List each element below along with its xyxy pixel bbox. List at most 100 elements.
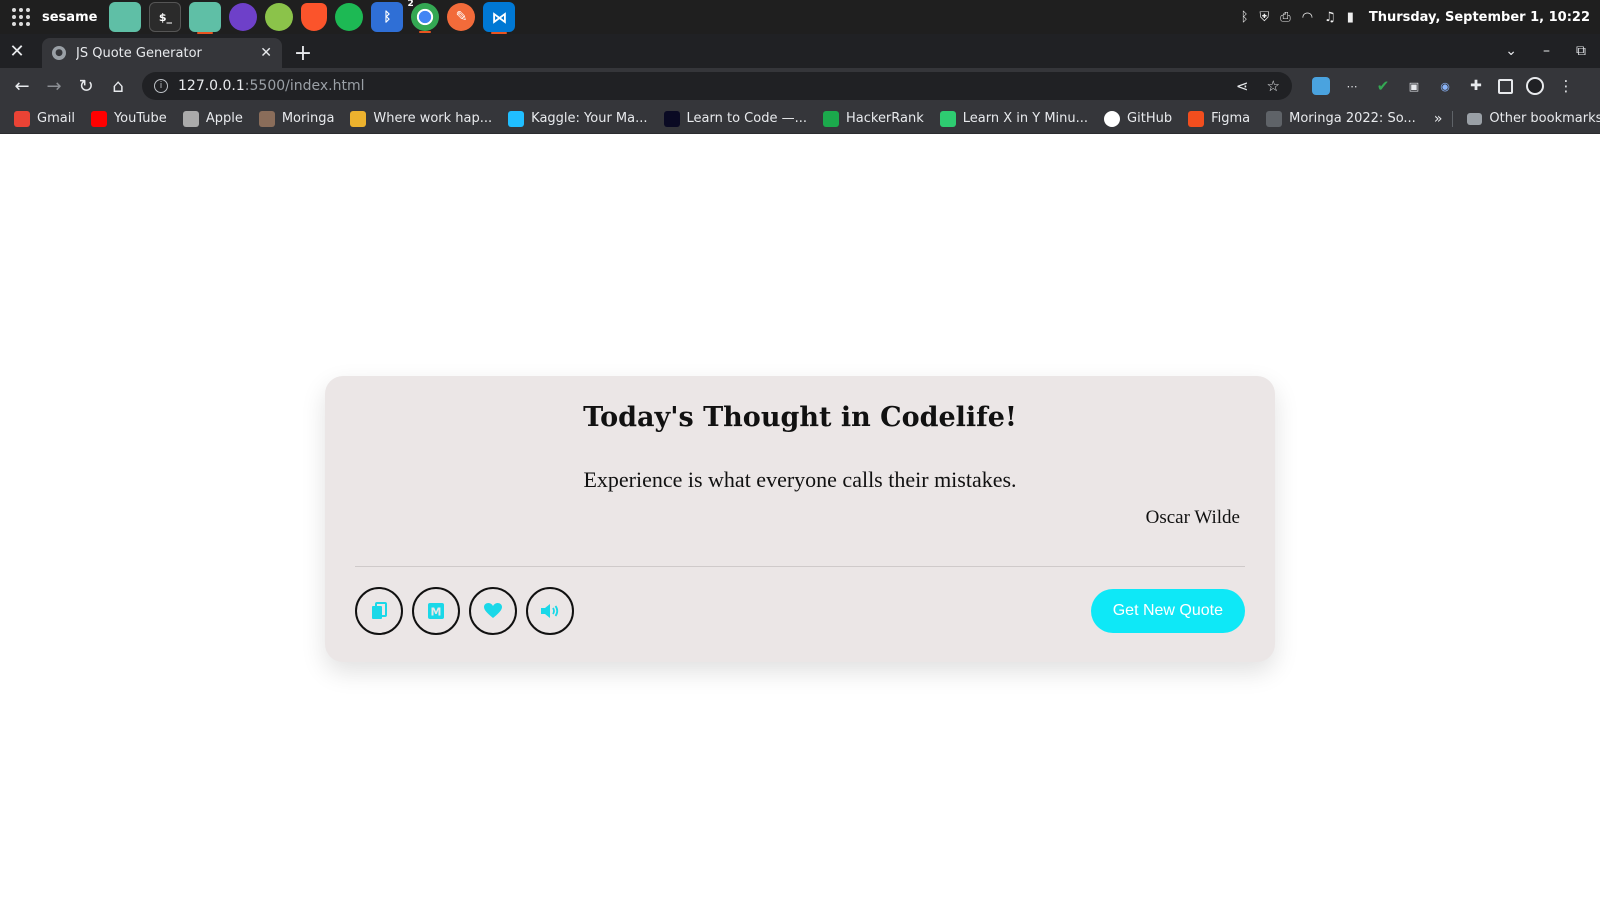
get-new-quote-button[interactable]: Get New Quote [1090,589,1245,633]
bookmark-item[interactable]: Apple [175,110,251,127]
bookmark-item[interactable]: Kaggle: Your Ma... [500,110,655,127]
heart-icon [484,603,502,618]
folder-icon[interactable] [189,2,222,34]
learnx-icon [939,110,956,127]
dots-extension-icon[interactable]: ⋯ [1343,77,1361,95]
system-tray: ᛒ ⛨ ⎙ ◠ ♫ ▮ Thursday, September 1, 10:22 [1241,10,1590,25]
wifi-icon[interactable]: ◠ [1302,10,1313,25]
profile-avatar[interactable] [1526,77,1544,95]
bookmark-item[interactable]: Moringa [251,110,343,127]
folder-icon [1467,112,1483,125]
bookmarks-right: » Other bookmarks [1424,110,1600,127]
vscode-icon[interactable]: ⋈ [483,2,516,34]
chrome-window-count: 2 [407,0,414,9]
copy-button[interactable] [355,587,403,635]
bookmark-item[interactable]: Where work hap... [342,110,500,127]
back-icon[interactable]: ← [6,70,38,102]
globe-app-icon[interactable] [265,3,294,31]
bookmark-label: YouTube [113,111,167,126]
bookmark-item[interactable]: Figma [1180,110,1258,127]
quote-author: Oscar Wilde [1145,507,1240,528]
github-icon [1104,110,1121,127]
bluetooth-icon[interactable]: ᛒ [1241,10,1249,25]
hackerrank-icon [822,110,839,127]
browser-toolbar: ← → ↻ ⌂ i 127.0.0.1:5500/index.html ⋖ ☆ … [0,68,1600,104]
quote-card: Today's Thought in Codelife! Experience … [325,376,1275,662]
close-tab-icon[interactable]: ✕ [260,45,272,61]
chrome-icon[interactable]: 2 [407,0,440,33]
bookmark-star-icon[interactable]: ☆ [1267,77,1280,95]
bookmark-item[interactable]: GitHub [1096,110,1180,127]
like-button[interactable] [469,587,517,635]
reload-icon[interactable]: ↻ [70,70,102,102]
copy-icon [372,602,387,619]
card-title: Today's Thought in Codelife! [583,402,1017,433]
more-bookmarks-icon[interactable]: » [1424,110,1454,127]
shield-icon[interactable]: ⛨ [1260,10,1270,25]
address-bar[interactable]: i 127.0.0.1:5500/index.html ⋖ ☆ [142,72,1292,100]
bookmarks-bar: Gmail YouTube Apple Moringa Where work hap..… [0,104,1600,134]
kaggle-icon [508,110,525,127]
moringa-lightning-icon [1266,110,1283,127]
os-top-bar: sesame $_ ᛒ 2 ✎ ⋈ ᛒ ⛨ ⎙ ◠ ♫ ▮ Thursday, … [0,0,1600,34]
medium-icon: M [428,603,444,619]
tab-js-quote-generator[interactable]: ● JS Quote Generator ✕ [42,38,282,68]
tab-search-icon[interactable]: ⌄ [1505,43,1517,59]
dock: $_ ᛒ 2 ✎ ⋈ [109,0,516,34]
bookmark-label: Moringa 2022: So... [1289,111,1416,126]
bookmark-item[interactable]: Learn to Code —... [656,110,815,127]
omnibox-actions: ⋖ ☆ [1236,77,1280,95]
menu-kebab-icon[interactable]: ⋮ [1557,77,1575,95]
window-controls: ⌄ – ⧉ [1505,34,1586,68]
check-extension-icon[interactable]: ✔ [1374,77,1392,95]
terminal-icon[interactable]: $_ [149,2,182,32]
pencil-app-icon[interactable]: ✎ [447,3,476,31]
speak-button[interactable] [526,587,574,635]
puzzle-icon[interactable]: ✚ [1467,77,1485,95]
bookmark-item[interactable]: HackerRank [815,110,932,127]
youtube-icon [90,110,107,127]
battery-icon[interactable]: ▮ [1347,10,1354,25]
bookmark-label: Moringa [281,111,335,126]
printer-icon[interactable]: ⎙ [1280,10,1290,25]
bookmark-label: Figma [1211,111,1251,126]
bookmark-item[interactable]: Moringa 2022: So... [1258,110,1424,127]
bookmark-item[interactable]: Learn X in Y Minu... [932,110,1096,127]
bookmark-label: Where work hap... [373,111,493,126]
bookmark-item[interactable]: Gmail [6,110,83,127]
side-panel-icon[interactable] [1498,78,1513,94]
quote-text: Experience is what everyone calls their … [583,467,1017,492]
files-icon[interactable] [109,2,142,32]
new-tab-button[interactable]: + [288,38,318,68]
spotify-icon[interactable] [335,3,364,31]
bookmark-list: Gmail YouTube Apple Moringa Where work hap..… [6,110,1424,127]
card-divider [355,566,1245,567]
music-icon[interactable]: ♫ [1324,10,1336,25]
home-icon[interactable]: ⌂ [102,70,134,102]
tab-strip: ✕ ● JS Quote Generator ✕ + ⌄ – ⧉ [0,34,1600,68]
gmail-icon [14,110,30,127]
clock[interactable]: Thursday, September 1, 10:22 [1369,10,1590,25]
bookmark-label: Learn to Code —... [686,111,807,126]
bookmark-label: Learn X in Y Minu... [962,111,1089,126]
forward-icon[interactable]: → [38,70,70,102]
restore-icon[interactable]: ⧉ [1576,43,1586,59]
clipboard-extension-icon[interactable]: ▣ [1405,77,1423,95]
app-grid-icon[interactable] [10,6,32,28]
bluetooth-icon[interactable]: ᛒ [371,2,404,32]
bookmark-item[interactable]: YouTube [83,110,175,127]
site-info-icon[interactable]: i [154,79,168,93]
url-path: :5500/index.html [244,78,365,94]
close-window-icon[interactable]: ✕ [0,34,34,68]
other-bookmarks[interactable]: Other bookmarks [1459,111,1600,126]
url-host: 127.0.0.1 [178,78,245,94]
owl-extension-icon[interactable]: ◉ [1436,77,1454,95]
github-desktop-icon[interactable] [229,3,258,31]
cloud-extension-icon[interactable] [1312,77,1330,95]
brave-icon[interactable] [301,3,328,31]
freecodecamp-icon [663,110,680,127]
share-icon[interactable]: ⋖ [1236,77,1249,95]
minimize-icon[interactable]: – [1543,43,1550,59]
medium-share-button[interactable]: M [412,587,460,635]
svg-text:M: M [431,606,442,619]
